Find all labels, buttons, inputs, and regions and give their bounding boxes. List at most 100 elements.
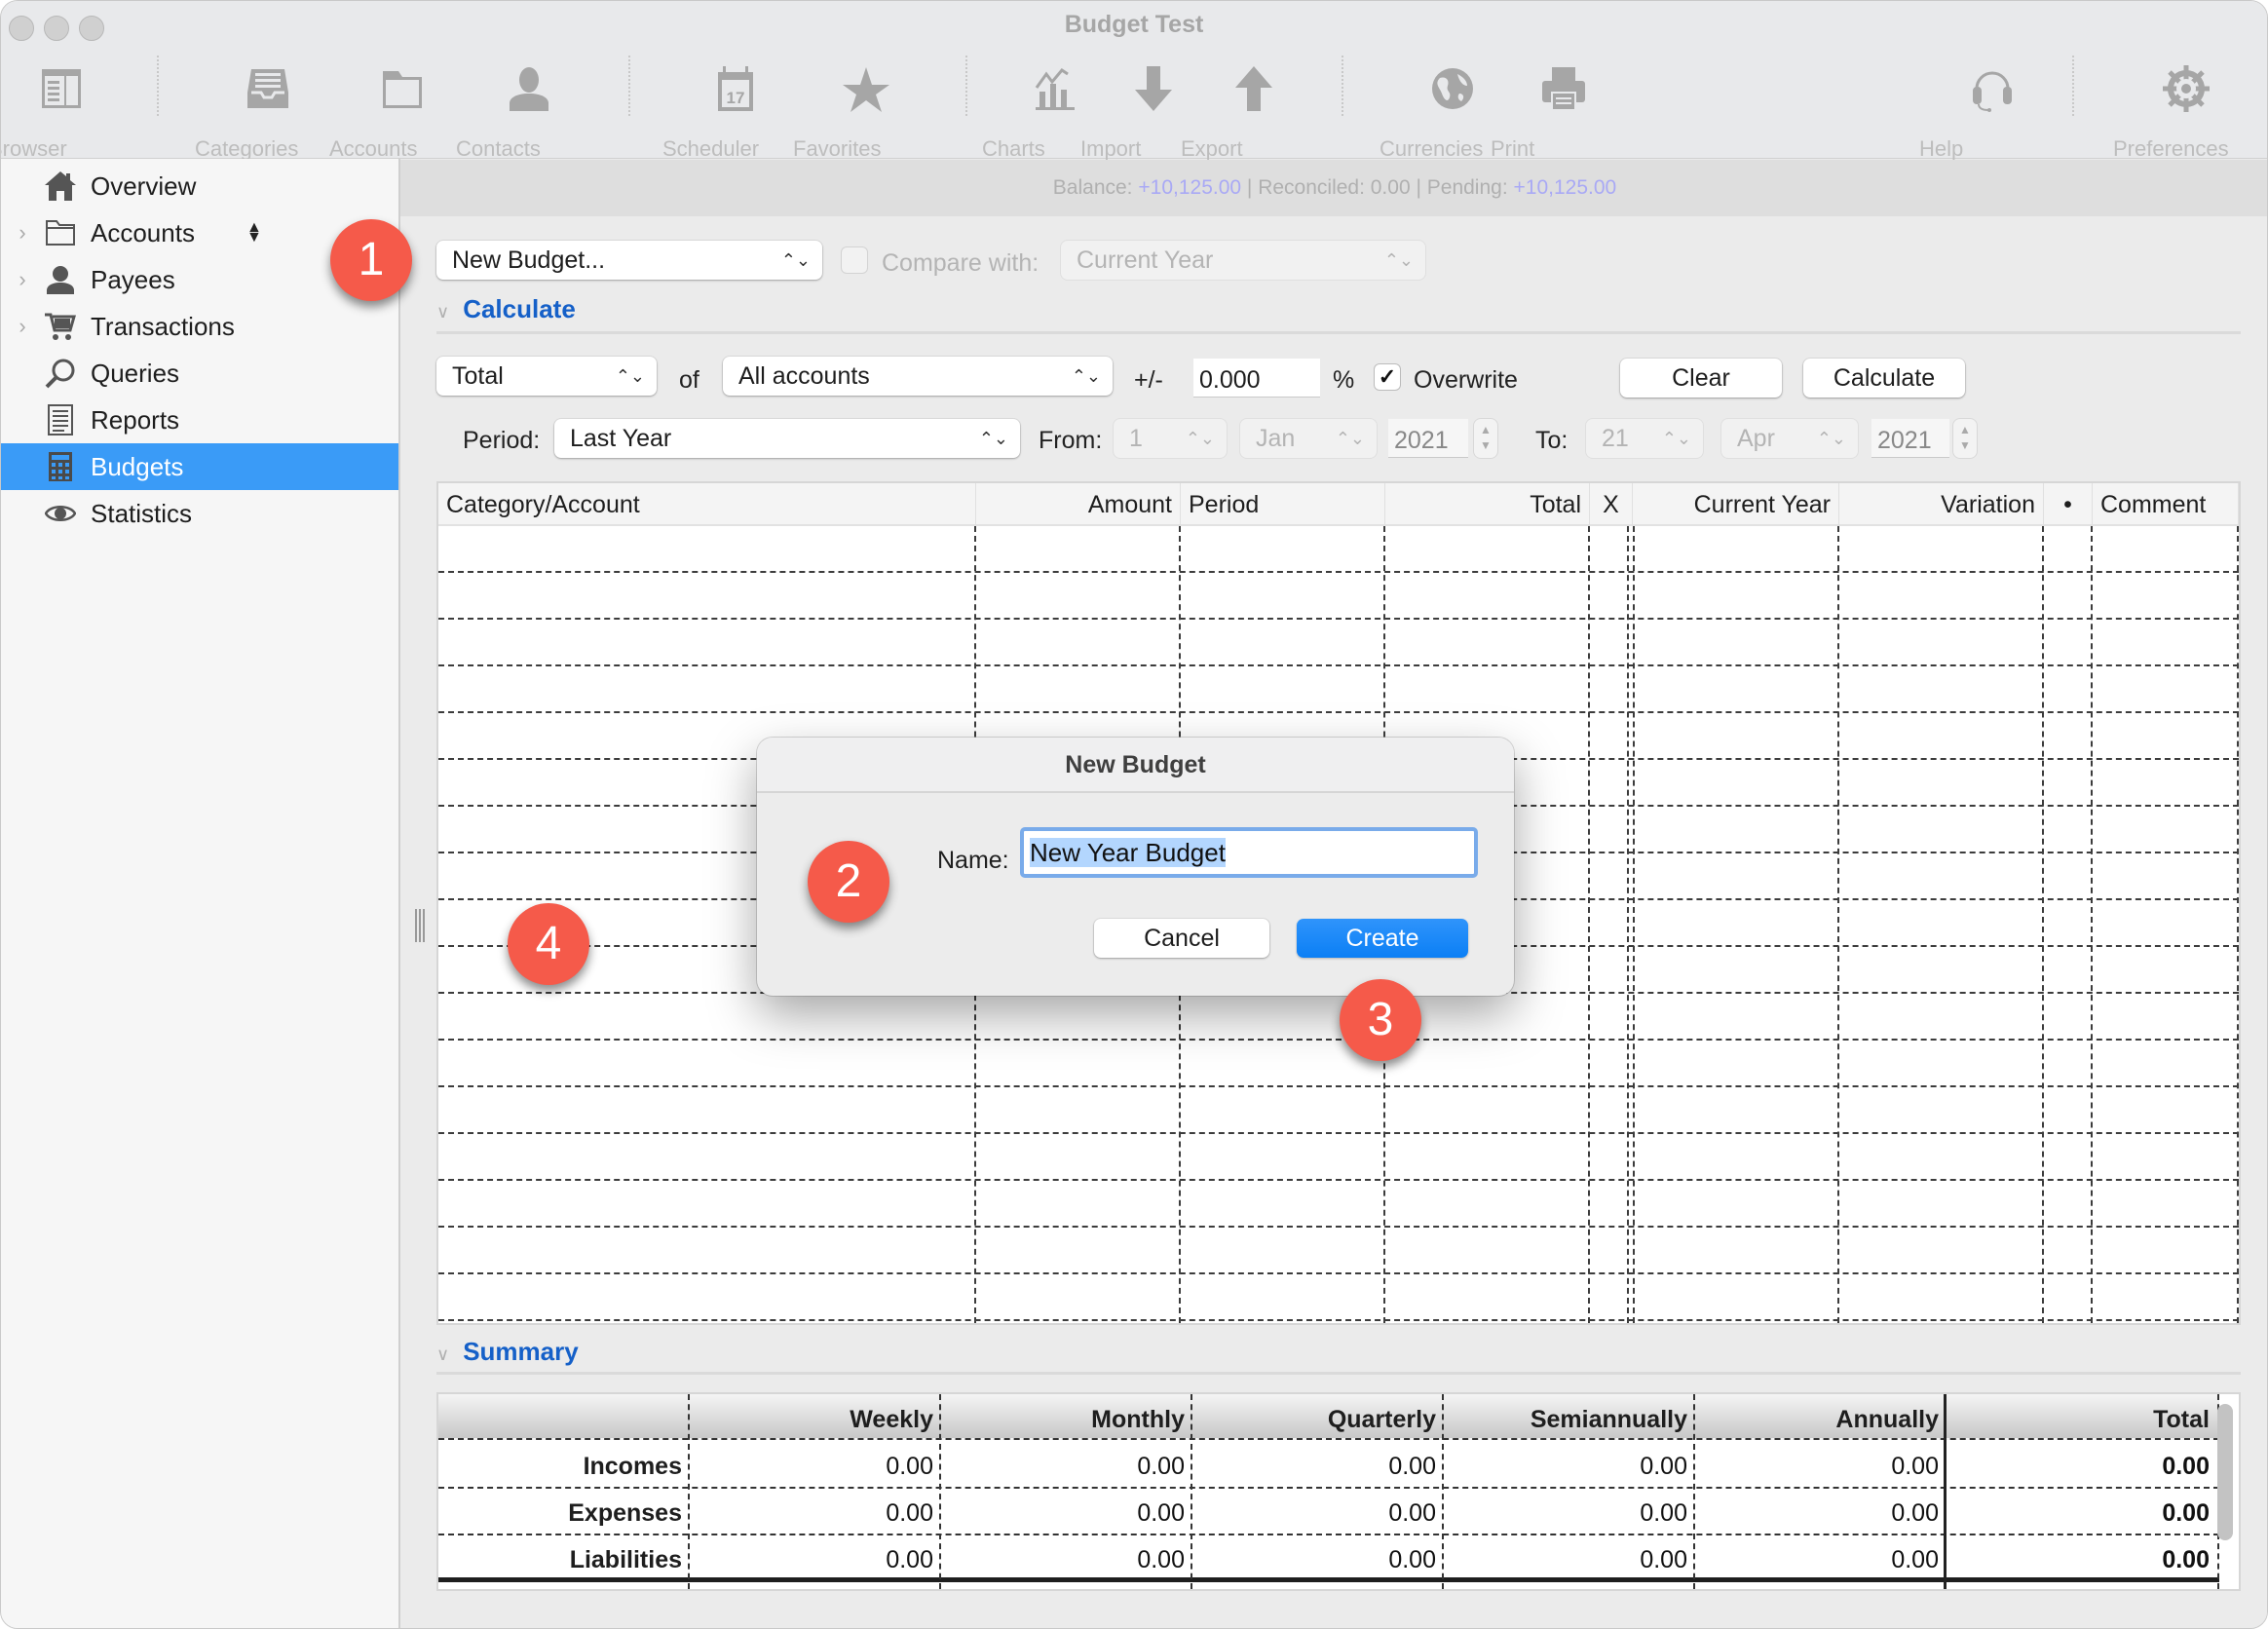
table-row[interactable] (438, 1087, 2239, 1134)
toolbar-browser-button[interactable]: Browser (1, 59, 134, 161)
sidebar-item-transactions[interactable]: › Transactions (1, 303, 398, 350)
toolbar-help-button[interactable]: Help (1919, 59, 2065, 161)
column-header-total[interactable]: Total (1385, 483, 1590, 526)
budget-select-value: New Budget... (452, 246, 606, 274)
summary-column-header-total: Total (2153, 1406, 2210, 1433)
toolbar-print-button[interactable]: Print (1491, 59, 1637, 161)
toolbar-favorites-button[interactable]: Favorites (793, 59, 939, 161)
updown-arrows-icon[interactable]: ▲ ▼ (246, 220, 262, 246)
summary-row: Liabilities 0.00 0.00 0.00 0.00 0.00 0.00 (438, 1535, 2219, 1582)
to-year-input[interactable]: 2021 (1871, 419, 1949, 458)
from-month-select[interactable]: Jan ⌃⌄ (1240, 419, 1377, 458)
toolbar-accounts-button[interactable]: Accounts (329, 59, 475, 161)
compare-checkbox[interactable] (842, 247, 867, 273)
summary-column-header-monthly: Monthly (1091, 1406, 1185, 1433)
arrow-down-icon (1135, 66, 1172, 111)
clear-button[interactable]: Clear (1620, 359, 1782, 398)
cancel-button[interactable]: Cancel (1094, 919, 1269, 958)
compare-select[interactable]: Current Year ⌃⌄ (1061, 241, 1425, 280)
accounts-select[interactable]: All accounts ⌃⌄ (723, 357, 1113, 396)
person-icon (510, 67, 548, 111)
updown-chevron-icon: ⌃⌄ (978, 429, 1008, 448)
table-header: Category/Account Amount Period Total X C… (438, 483, 2239, 526)
table-row[interactable] (438, 994, 2239, 1041)
sidebar-item-overview[interactable]: Overview (1, 163, 398, 209)
budget-name-input[interactable]: New Year Budget (1020, 827, 1478, 878)
disclosure-chevron-icon[interactable]: › (1, 220, 40, 246)
table-row[interactable] (438, 1181, 2239, 1228)
sidebar-item-reports[interactable]: Reports (1, 397, 398, 443)
table-row[interactable] (438, 1134, 2239, 1181)
summary-scrollbar[interactable] (2217, 1404, 2233, 1540)
calculate-button[interactable]: Calculate (1803, 359, 1965, 398)
column-header-category[interactable]: Category/Account (438, 483, 976, 526)
from-year-input[interactable]: 2021 (1388, 419, 1468, 458)
period-select-value: Last Year (570, 425, 672, 452)
table-row[interactable] (438, 1041, 2239, 1087)
toolbar-contacts-button[interactable]: Contacts (456, 59, 602, 161)
summary-row-label: Liabilities (569, 1546, 682, 1573)
column-header-comment[interactable]: Comment (2093, 483, 2239, 526)
summary-column-header-quarterly: Quarterly (1327, 1406, 1436, 1433)
from-day-select[interactable]: 1 ⌃⌄ (1114, 419, 1227, 458)
sidebar-item-queries[interactable]: Queries (1, 350, 398, 397)
overwrite-checkbox[interactable]: ✓ (1375, 364, 1400, 390)
summary-column-header-annually: Annually (1835, 1406, 1939, 1433)
dialog-title: New Budget (757, 738, 1514, 793)
sidebar-item-statistics[interactable]: Statistics (1, 490, 398, 537)
toolbar-categories-button[interactable]: Categories (195, 59, 341, 161)
column-header-current-year[interactable]: Current Year (1633, 483, 1839, 526)
column-header-period[interactable]: Period (1181, 483, 1385, 526)
percent-input[interactable]: 0.000 (1193, 359, 1320, 398)
summary-cell: 0.00 (1640, 1453, 1687, 1480)
column-header-amount[interactable]: Amount (976, 483, 1181, 526)
to-day-select[interactable]: 21 ⌃⌄ (1586, 419, 1703, 458)
summary-cell: 0.00 (1388, 1499, 1436, 1527)
create-button[interactable]: Create (1297, 919, 1468, 958)
column-header-variation[interactable]: Variation (1839, 483, 2044, 526)
toolbar-preferences-button[interactable]: Preferences (2113, 59, 2259, 161)
summary-header: Weekly Monthly Quarterly Semiannually An… (438, 1394, 2219, 1440)
period-select[interactable]: Last Year ⌃⌄ (554, 419, 1020, 458)
table-row[interactable] (438, 666, 2239, 713)
column-header-dot[interactable]: • (2044, 483, 2093, 526)
toolbar-export-button[interactable]: Export (1181, 59, 1327, 161)
from-year-stepper[interactable]: ▲ ▼ (1474, 419, 1497, 458)
summary-cell: 0.00 (1137, 1499, 1185, 1527)
sidebar-item-budgets[interactable]: Budgets (1, 443, 398, 490)
chevron-down-icon: ∨ (436, 1345, 450, 1364)
disclosure-chevron-icon[interactable]: › (1, 314, 40, 339)
summary-section-toggle[interactable]: ∨ Summary (436, 1337, 579, 1367)
summary-cell: 0.00 (1891, 1453, 1939, 1480)
cart-icon (45, 313, 76, 340)
calculate-section-title: Calculate (463, 294, 576, 323)
split-view-handle[interactable] (415, 909, 425, 942)
window-title: Budget Test (1064, 11, 1204, 38)
summary-row-label: Incomes (583, 1453, 682, 1480)
document-icon (48, 404, 73, 436)
column-header-x[interactable]: X (1590, 483, 1633, 526)
table-row[interactable] (438, 1228, 2239, 1274)
toolbar-scheduler-button[interactable]: 17 Scheduler (662, 59, 809, 161)
table-row[interactable] (438, 526, 2239, 573)
compare-select-value: Current Year (1077, 246, 1214, 274)
app-window: Budget Test Browser Categories Accounts … (0, 0, 2268, 1629)
to-month-select[interactable]: Apr ⌃⌄ (1721, 419, 1858, 458)
folder-icon (383, 71, 422, 108)
browser-icon (42, 69, 81, 108)
disclosure-chevron-icon[interactable]: › (1, 267, 40, 292)
sidebar-item-label: Reports (91, 404, 180, 435)
budget-select[interactable]: New Budget... ⌃⌄ (436, 241, 822, 280)
table-row[interactable] (438, 620, 2239, 666)
headset-icon (1973, 71, 2012, 112)
column-divider (1837, 526, 1839, 1323)
summary-cell: 0.00 (1388, 1546, 1436, 1573)
table-row[interactable] (438, 1274, 2239, 1321)
balance-bar: Balance: +10,125.00 | Reconciled: 0.00 |… (400, 160, 2267, 216)
percent-label: % (1333, 366, 1355, 394)
calc-mode-select[interactable]: Total ⌃⌄ (436, 357, 657, 396)
table-row[interactable] (438, 573, 2239, 620)
calculate-section-toggle[interactable]: ∨ Calculate (436, 294, 576, 324)
to-year-stepper[interactable]: ▲ ▼ (1953, 419, 1977, 458)
pending-label: Pending: (1426, 176, 1508, 199)
